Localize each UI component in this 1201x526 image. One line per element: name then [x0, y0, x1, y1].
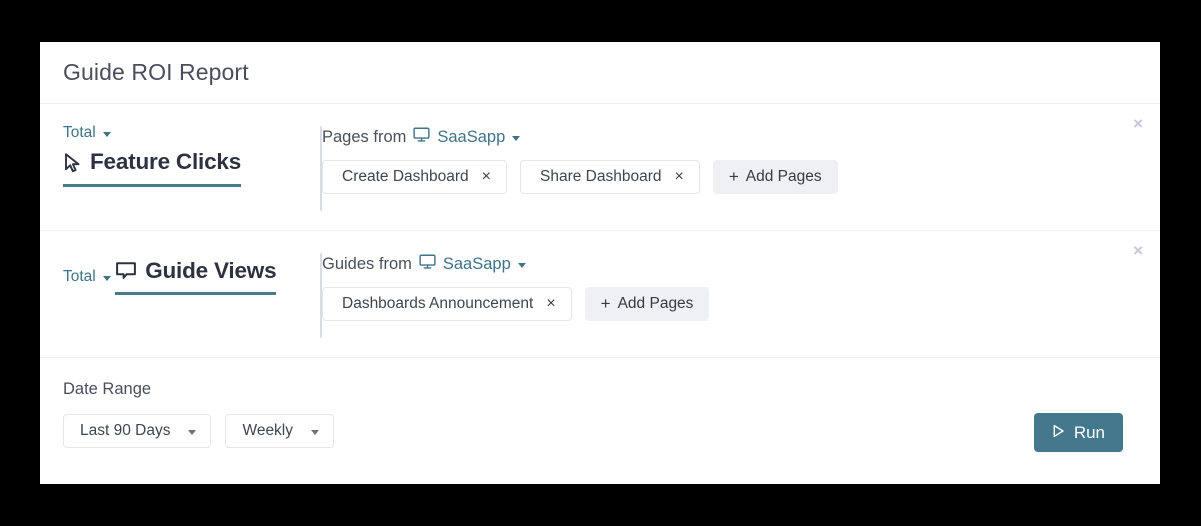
close-icon[interactable]: × — [546, 296, 555, 312]
monitor-icon — [419, 253, 436, 275]
source-line-guides: Guides from SaaSapp — [322, 253, 1160, 275]
chip-list-pages: Create Dashboard × Share Dashboard × + A… — [322, 160, 1160, 194]
page-title: Guide ROI Report — [63, 59, 249, 85]
add-pages-button-feature-clicks[interactable]: + Add Pages — [712, 160, 838, 194]
column-divider — [320, 253, 322, 338]
date-range-value: Last 90 Days — [80, 422, 171, 439]
play-icon — [1052, 423, 1065, 443]
source-line-pages: Pages from SaaSapp — [322, 126, 1160, 148]
metric-right-guide-views: Guides from SaaSapp Dashboards Announcem… — [280, 231, 1160, 357]
speech-bubble-icon — [115, 261, 137, 281]
plus-icon: + — [600, 294, 611, 313]
interval-select[interactable]: Weekly — [225, 414, 335, 448]
chevron-down-icon — [102, 275, 111, 281]
metric-selector-feature-clicks[interactable]: Feature Clicks — [63, 149, 241, 187]
chevron-down-icon — [188, 429, 197, 435]
app-name: SaaSapp — [437, 127, 506, 146]
add-pages-label: Add Pages — [617, 295, 694, 312]
metric-label: Feature Clicks — [90, 149, 242, 174]
interval-value: Weekly — [242, 422, 294, 439]
metric-name-guide-views: Guide Views — [115, 258, 277, 284]
date-range-select[interactable]: Last 90 Days — [63, 414, 212, 448]
chevron-down-icon — [311, 429, 320, 435]
footer-section: Date Range Last 90 Days Weekly Run — [40, 358, 1160, 484]
run-label: Run — [1073, 422, 1105, 442]
aggregation-label: Total — [63, 268, 96, 285]
plus-icon: + — [728, 167, 739, 186]
date-range-label: Date Range — [63, 380, 152, 398]
chip-label: Share Dashboard — [540, 168, 662, 185]
remove-metric-row-guide-views[interactable]: × — [1133, 242, 1143, 259]
metric-row-feature-clicks: Total Feature Clicks Pages from SaaSapp … — [40, 104, 1160, 231]
metric-row-guide-views: Total Guide Views Guides from SaaSapp Da… — [40, 231, 1160, 358]
chip-create-dashboard[interactable]: Create Dashboard × — [322, 160, 508, 194]
column-divider — [320, 126, 322, 211]
chip-label: Dashboards Announcement — [342, 295, 534, 312]
run-button[interactable]: Run — [1033, 413, 1123, 452]
close-icon[interactable]: × — [675, 169, 684, 185]
close-icon[interactable]: × — [482, 169, 491, 185]
chip-share-dashboard[interactable]: Share Dashboard × — [520, 160, 700, 194]
metric-selector-guide-views[interactable]: Guide Views — [115, 258, 277, 295]
metric-left-guide-views: Total Guide Views — [40, 231, 322, 357]
source-prefix: Pages from — [322, 127, 407, 146]
chip-list-guides: Dashboards Announcement × + Add Pages — [322, 287, 1160, 321]
metric-label: Guide Views — [145, 258, 277, 283]
date-range-controls: Last 90 Days Weekly — [63, 414, 1160, 448]
guide-roi-report-card: Guide ROI Report Total Feature Clicks Pa… — [40, 42, 1160, 484]
aggregation-select-feature-clicks[interactable]: Total — [63, 124, 111, 142]
app-select-saasapp-pages[interactable]: SaaSapp — [413, 126, 521, 148]
add-pages-label: Add Pages — [745, 168, 822, 185]
app-select-saasapp-guides[interactable]: SaaSapp — [419, 253, 526, 275]
add-pages-button-guide-views[interactable]: + Add Pages — [584, 287, 710, 321]
metric-name-feature-clicks: Feature Clicks — [63, 149, 241, 175]
cursor-pointer-icon — [63, 152, 82, 173]
chip-label: Create Dashboard — [342, 168, 469, 185]
aggregation-label: Total — [63, 124, 96, 141]
metric-left-feature-clicks: Total Feature Clicks — [40, 104, 322, 230]
chip-dashboards-announcement[interactable]: Dashboards Announcement × — [322, 287, 572, 321]
remove-metric-row-feature-clicks[interactable]: × — [1133, 115, 1143, 132]
source-prefix: Guides from — [322, 254, 412, 273]
metric-right-feature-clicks: Pages from SaaSapp Create Dashboard × Sh… — [280, 104, 1160, 230]
aggregation-select-guide-views[interactable]: Total — [63, 268, 111, 286]
chevron-down-icon — [517, 262, 526, 268]
card-header: Guide ROI Report — [40, 42, 1160, 104]
monitor-icon — [413, 126, 430, 148]
app-name: SaaSapp — [442, 254, 511, 273]
chevron-down-icon — [102, 131, 111, 137]
chevron-down-icon — [512, 135, 521, 141]
